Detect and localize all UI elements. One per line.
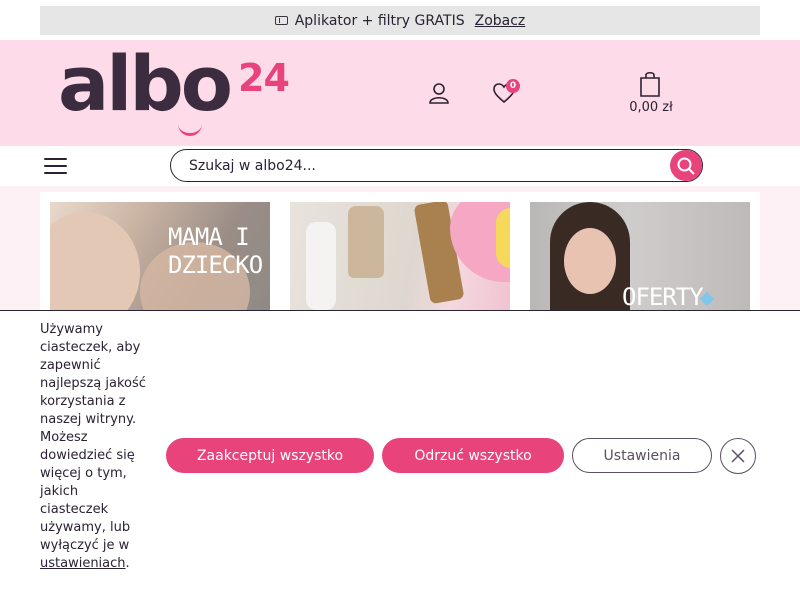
logo-word: albo [58, 39, 233, 128]
cookie-consent-bar: Używamy ciasteczek, aby zapewnić najleps… [0, 310, 800, 600]
cookie-text: Używamy ciasteczek, aby zapewnić najleps… [40, 322, 146, 553]
promo-link[interactable]: Zobacz [475, 13, 526, 29]
search-input[interactable] [189, 150, 669, 181]
search-bar [170, 149, 703, 182]
logo[interactable]: albo 24 [58, 46, 318, 144]
category-tiles: MAMA I DZIECKO OFERTY [40, 192, 760, 310]
close-icon[interactable] [720, 438, 756, 474]
accept-all-button[interactable]: Zaakceptuj wszystko [166, 438, 374, 473]
user-icon[interactable] [428, 82, 450, 104]
tile-mama-i-dziecko[interactable]: MAMA I DZIECKO [50, 202, 270, 310]
tile-title: OFERTY [622, 283, 704, 310]
tile-image-woman-face [564, 228, 616, 294]
nav-row [0, 146, 800, 186]
cookie-text-suffix: . [125, 556, 130, 571]
category-tiles-area: MAMA I DZIECKO OFERTY [0, 186, 800, 310]
reject-all-button[interactable]: Odrzuć wszystko [382, 438, 564, 473]
tile-oferty[interactable]: OFERTY [530, 202, 750, 310]
logo-smile [178, 124, 202, 136]
cart-total[interactable]: 0,00 zł [620, 100, 682, 115]
tile-image-mother [50, 212, 140, 310]
tile-image-jar [348, 206, 384, 278]
cookie-settings-link[interactable]: ustawieniach [40, 556, 126, 571]
tile-decor-yellow [496, 208, 510, 268]
tile-food[interactable] [290, 202, 510, 310]
cookie-message: Używamy ciasteczek, aby zapewnić najleps… [40, 321, 148, 573]
shopping-bag-icon[interactable] [638, 70, 662, 98]
tile-image-bottle [306, 222, 336, 310]
hamburger-icon[interactable] [44, 158, 67, 174]
promo-text: Aplikator + filtry GRATIS [294, 12, 465, 29]
tile-title: MAMA I DZIECKO [168, 223, 263, 279]
cookie-settings-button[interactable]: Ustawienia [572, 438, 712, 473]
site-header: albo 24 [0, 40, 800, 146]
search-icon [677, 157, 695, 175]
logo-number: 24 [238, 56, 290, 100]
promo-bar: Aplikator + filtry GRATIS Zobacz [40, 6, 760, 35]
wishlist-count-badge: 0 [506, 79, 520, 93]
search-button[interactable] [670, 150, 702, 181]
ticket-icon [274, 16, 288, 25]
